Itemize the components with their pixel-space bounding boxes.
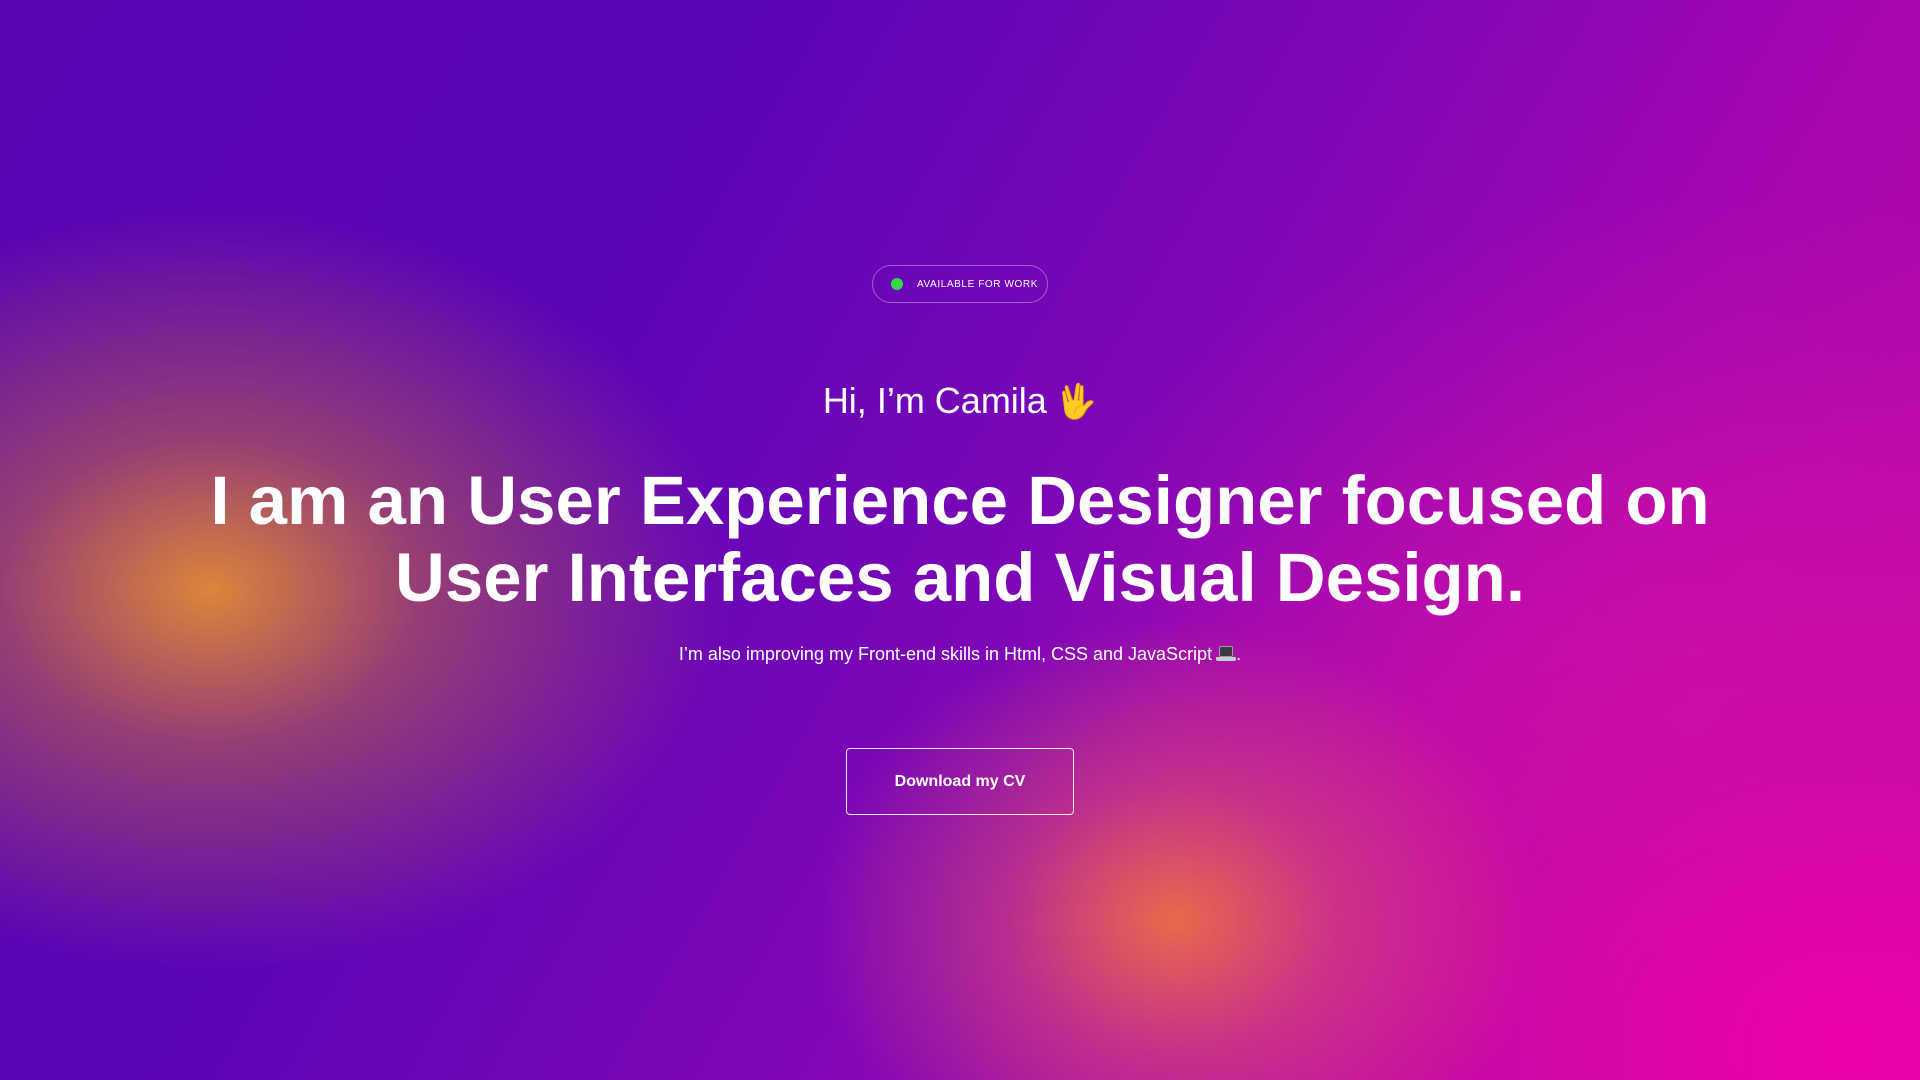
vulcan-salute-icon: 🖖	[1054, 383, 1098, 421]
greeting-text: Hi, I’m Camila	[822, 380, 1047, 421]
laptop-icon	[1216, 646, 1237, 662]
download-cv-button[interactable]: Download my CV	[846, 748, 1074, 815]
hero-subline: I’m also improving my Front-end skills i…	[0, 644, 1920, 665]
subline-suffix: .	[1236, 644, 1242, 664]
greeting-heading: Hi, I’m Camila 🖖	[0, 380, 1920, 422]
status-dot-icon	[891, 278, 903, 290]
availability-badge: AVAILABLE FOR WORK	[872, 265, 1048, 303]
availability-label: AVAILABLE FOR WORK	[917, 278, 1039, 290]
hero-section: AVAILABLE FOR WORK Hi, I’m Camila 🖖 I am …	[0, 0, 1920, 1080]
hero-headline: I am an User Experience Designer focused…	[210, 462, 1710, 616]
subline-text: I’m also improving my Front-end skills i…	[678, 644, 1213, 664]
